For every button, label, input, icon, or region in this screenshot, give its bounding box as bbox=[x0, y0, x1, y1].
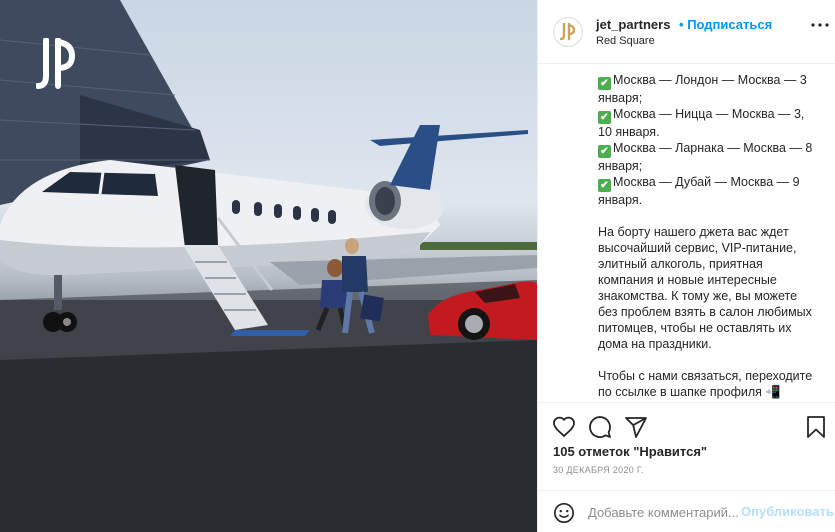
location-link[interactable]: Red Square bbox=[596, 35, 655, 47]
check-mark-icon: ✔ bbox=[598, 111, 611, 124]
check-mark-icon: ✔ bbox=[598, 77, 611, 90]
post-date[interactable]: 30 ДЕКАБРЯ 2020 Г. bbox=[553, 465, 644, 475]
bookmark-icon[interactable] bbox=[804, 415, 828, 439]
publish-button[interactable]: Опубликовать bbox=[741, 504, 834, 519]
caption-body: На борту нашего джета вас ждет высочайши… bbox=[598, 225, 812, 351]
comment-input[interactable] bbox=[588, 503, 738, 521]
emoji-icon[interactable] bbox=[553, 502, 575, 524]
route-item: ✔ Москва — Дубай — Москва — 9 января. bbox=[598, 174, 818, 208]
route-item: ✔ Москва — Лондон — Москва — 3 января; bbox=[598, 72, 818, 106]
post-header: jet_partners • Подписаться Red Square bbox=[538, 0, 835, 64]
route-item: ✔ Москва — Ницца — Москва — 3, 10 января. bbox=[598, 106, 818, 140]
comment-box: Опубликовать bbox=[538, 490, 835, 532]
route-item: ✔ Москва — Ларнака — Москва — 8 января; bbox=[598, 140, 818, 174]
route-text: Москва — Ницца — Москва — 3, 10 января. bbox=[598, 107, 805, 139]
post-caption: ✔ Москва — Лондон — Москва — 3 января; ✔ М… bbox=[598, 72, 818, 400]
jp-avatar-logo-icon bbox=[560, 23, 576, 41]
heart-icon[interactable] bbox=[552, 415, 576, 439]
caption-contact: Чтобы с нами связаться, переходите по сс… bbox=[598, 369, 813, 399]
route-text: Москва — Лондон — Москва — 3 января; bbox=[598, 73, 807, 105]
check-mark-icon: ✔ bbox=[598, 179, 611, 192]
likes-count[interactable]: 105 отметок "Нравится" bbox=[553, 444, 707, 459]
username-link[interactable]: jet_partners bbox=[596, 17, 670, 32]
post-actions bbox=[538, 402, 835, 448]
jet-illustration bbox=[0, 0, 537, 532]
follow-separator: • bbox=[679, 17, 684, 32]
follow-button[interactable]: • Подписаться bbox=[679, 17, 772, 32]
share-icon[interactable] bbox=[624, 415, 648, 439]
jp-logo bbox=[36, 38, 76, 89]
comment-icon[interactable] bbox=[588, 415, 612, 439]
post-side-panel: jet_partners • Подписаться Red Square ✔ М… bbox=[537, 0, 835, 532]
route-text: Москва — Ларнака — Москва — 8 января; bbox=[598, 141, 813, 173]
route-text: Москва — Дубай — Москва — 9 января. bbox=[598, 175, 800, 207]
follow-label: Подписаться bbox=[687, 17, 773, 32]
check-mark-icon: ✔ bbox=[598, 145, 611, 158]
avatar[interactable] bbox=[553, 17, 583, 47]
more-options-icon[interactable] bbox=[810, 22, 830, 28]
post-photo[interactable] bbox=[0, 0, 537, 532]
